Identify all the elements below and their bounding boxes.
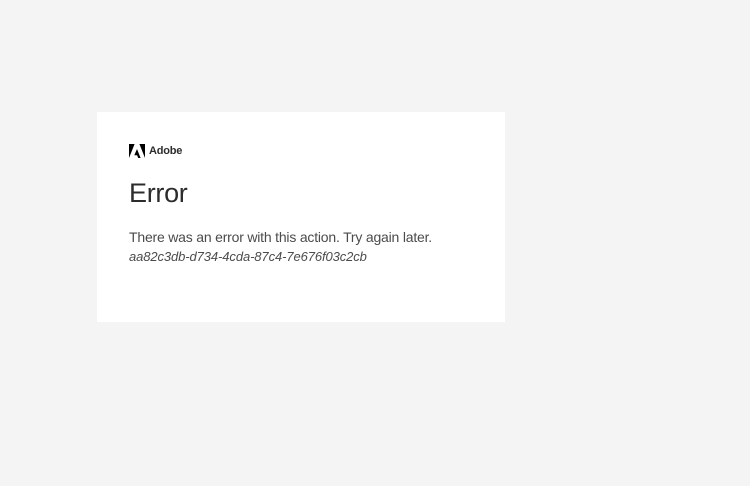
error-id: aa82c3db-d734-4cda-87c4-7e676f03c2cb <box>129 249 367 264</box>
error-card: Adobe Error There was an error with this… <box>97 112 505 322</box>
adobe-logo-icon <box>129 144 145 158</box>
page-title: Error <box>129 178 188 208</box>
brand-name: Adobe <box>149 145 183 157</box>
adobe-brand: Adobe <box>129 144 473 158</box>
error-message: There was an error with this action. Try… <box>129 229 432 245</box>
page-background: Adobe Error There was an error with this… <box>0 0 750 486</box>
